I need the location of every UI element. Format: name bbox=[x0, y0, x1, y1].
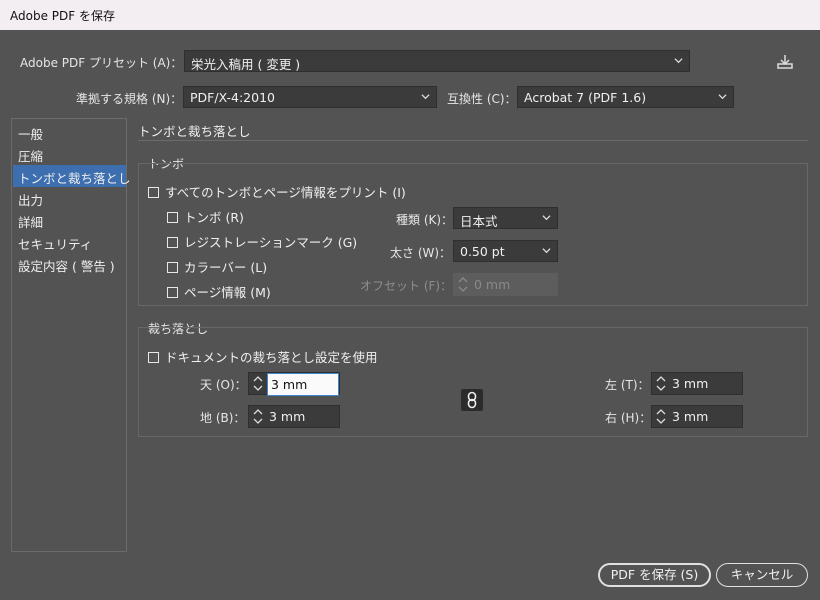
page-info-checkbox[interactable]: ページ情報 (M) bbox=[167, 282, 271, 301]
bleed-top-label: 天 (O)： bbox=[200, 378, 247, 392]
title-bar: Adobe PDF を保存 bbox=[0, 0, 820, 30]
standard-value: PDF/X-4:2010 bbox=[190, 90, 275, 105]
stepper-arrows-icon[interactable] bbox=[654, 374, 668, 393]
chevron-down-icon bbox=[421, 94, 430, 100]
sidebar-item-output[interactable]: 出力 bbox=[13, 187, 126, 209]
stepper-arrows-icon[interactable] bbox=[251, 374, 265, 393]
save-preset-icon[interactable] bbox=[776, 54, 794, 70]
standard-label: 準拠する規格 (N)： bbox=[76, 92, 183, 106]
stepper-arrows-icon[interactable] bbox=[251, 407, 265, 426]
type-select[interactable]: 日本式 bbox=[453, 207, 558, 229]
bleed-top-stepper[interactable]: 3 mm bbox=[248, 372, 340, 396]
sidebar-item-advanced[interactable]: 詳細 bbox=[13, 209, 126, 231]
type-value: 日本式 bbox=[460, 214, 498, 229]
type-label: 種類 (K)： bbox=[396, 213, 454, 227]
weight-select[interactable]: 0.50 pt bbox=[453, 240, 558, 262]
section-title: トンボと裁ち落とし bbox=[138, 124, 251, 139]
cancel-button[interactable]: キャンセル bbox=[716, 563, 808, 587]
compat-label: 互換性 (C)： bbox=[447, 92, 517, 106]
chain-link-icon bbox=[467, 391, 477, 409]
checkbox-box bbox=[167, 212, 178, 223]
registration-marks-checkbox[interactable]: レジストレーションマーク (G) bbox=[167, 232, 357, 251]
trim-marks-checkbox[interactable]: トンボ (R) bbox=[167, 207, 244, 226]
bleed-right-stepper[interactable]: 3 mm bbox=[651, 405, 743, 428]
sidebar-item-marks-bleeds[interactable]: トンボと裁ち落とし bbox=[13, 165, 131, 187]
chevron-down-icon bbox=[542, 215, 551, 221]
stepper-arrows-icon[interactable] bbox=[654, 407, 668, 426]
use-document-bleed-checkbox[interactable]: ドキュメントの裁ち落とし設定を使用 bbox=[148, 347, 378, 366]
bleed-bottom-stepper[interactable]: 3 mm bbox=[248, 405, 340, 428]
preset-value: 栄光入稿用 ( 変更 ) bbox=[191, 57, 301, 72]
save-pdf-button[interactable]: PDF を保存 (S) bbox=[598, 563, 711, 587]
color-bars-checkbox[interactable]: カラーバー (L) bbox=[167, 257, 267, 276]
bleed-bottom-label: 地 (B)： bbox=[200, 411, 246, 425]
section-divider bbox=[138, 140, 808, 141]
preset-select[interactable]: 栄光入稿用 ( 変更 ) bbox=[184, 50, 690, 72]
standard-select[interactable]: PDF/X-4:2010 bbox=[183, 86, 437, 108]
link-bleed-button[interactable] bbox=[461, 389, 483, 411]
all-marks-checkbox[interactable]: すべてのトンボとページ情報をプリント (I) bbox=[148, 182, 406, 201]
checkbox-box bbox=[148, 187, 159, 198]
sidebar-item-general[interactable]: 一般 bbox=[13, 121, 126, 143]
sidebar: 一般 圧縮 トンボと裁ち落とし 出力 詳細 セキュリティ 設定内容 ( 警告 ) bbox=[11, 118, 131, 552]
bleed-top-input[interactable]: 3 mm bbox=[267, 373, 339, 396]
checkbox-box bbox=[148, 352, 159, 363]
checkbox-box bbox=[167, 287, 178, 298]
window-title: Adobe PDF を保存 bbox=[10, 9, 115, 23]
bleed-right-label: 右 (H)： bbox=[605, 411, 652, 425]
compat-select[interactable]: Acrobat 7 (PDF 1.6) bbox=[517, 86, 734, 108]
weight-label: 太さ (W)： bbox=[390, 246, 452, 260]
chevron-down-icon bbox=[718, 94, 727, 100]
bleed-left-stepper[interactable]: 3 mm bbox=[651, 372, 743, 395]
chevron-down-icon bbox=[542, 248, 551, 254]
stepper-arrows-icon bbox=[458, 277, 468, 292]
preset-label: Adobe PDF プリセット (A)： bbox=[20, 56, 183, 70]
sidebar-item-security[interactable]: セキュリティ bbox=[13, 231, 126, 253]
checkbox-box bbox=[167, 262, 178, 273]
weight-value: 0.50 pt bbox=[460, 244, 505, 259]
sidebar-item-summary[interactable]: 設定内容 ( 警告 ) bbox=[13, 253, 126, 275]
sidebar-item-compression[interactable]: 圧縮 bbox=[13, 143, 126, 165]
offset-label: オフセット (F)： bbox=[360, 279, 453, 293]
checkbox-box bbox=[167, 237, 178, 248]
bleed-left-label: 左 (T)： bbox=[605, 378, 650, 392]
chevron-down-icon bbox=[674, 58, 683, 64]
compat-value: Acrobat 7 (PDF 1.6) bbox=[524, 90, 647, 105]
offset-input: 0 mm bbox=[453, 273, 558, 296]
